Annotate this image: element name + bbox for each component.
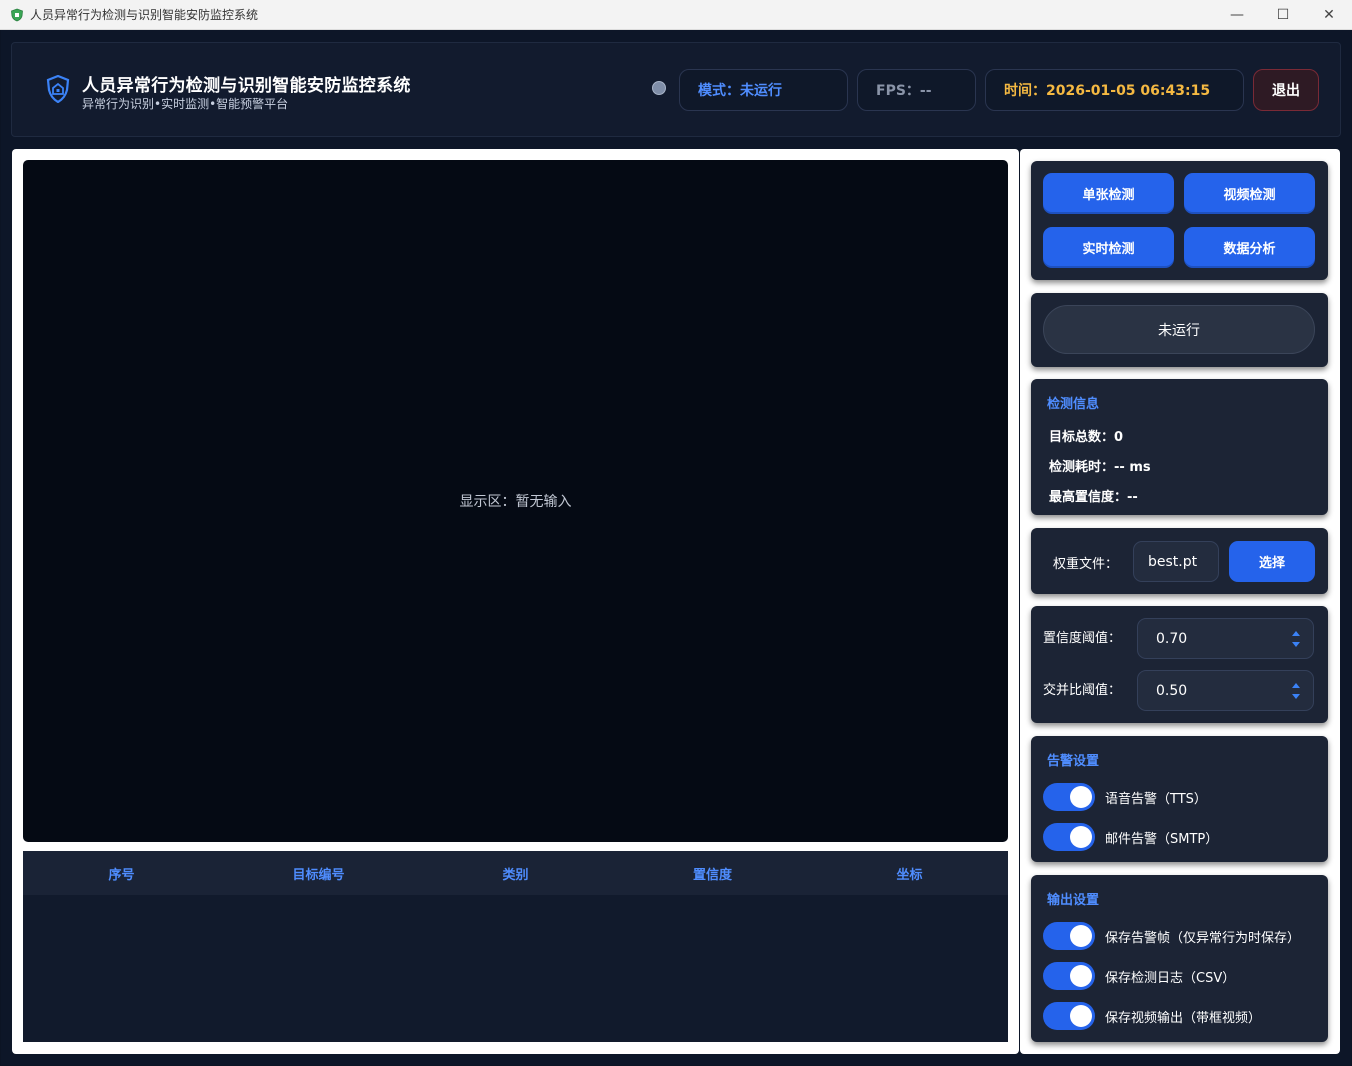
output-settings-card: 输出设置 保存告警帧（仅异常行为时保存） 保存检测日志（CSV） 保存视频输出（…	[1031, 875, 1328, 1042]
run-toggle-button[interactable]: 未运行	[1043, 305, 1315, 354]
realtime-detect-button[interactable]: 实时检测	[1043, 227, 1174, 268]
tts-alarm-row: 语音告警（TTS）	[1043, 783, 1207, 811]
confidence-threshold-label: 置信度阈值：	[1043, 631, 1122, 646]
data-analysis-button[interactable]: 数据分析	[1184, 227, 1315, 268]
column-header-target-id[interactable]: 目标编号	[220, 864, 417, 883]
confidence-threshold-spinbox[interactable]: 0.70	[1137, 618, 1314, 659]
mail-alarm-label: 邮件告警（SMTP）	[1105, 831, 1219, 847]
save-video-row: 保存视频输出（带框视频）	[1043, 1002, 1261, 1030]
column-header-class[interactable]: 类别	[417, 864, 614, 883]
save-frames-toggle[interactable]	[1043, 922, 1095, 950]
window-title: 人员异常行为检测与识别智能安防监控系统	[30, 8, 259, 22]
toggle-knob	[1070, 1005, 1092, 1027]
detection-info-card: 检测信息 目标总数：0 检测耗时：-- ms 最高置信度：--	[1031, 379, 1328, 515]
thresholds-card: 置信度阈值： 0.70 交并比阈值： 0.50	[1031, 606, 1328, 723]
weights-card: 权重文件： best.pt 选择	[1031, 528, 1328, 594]
weights-label: 权重文件：	[1053, 557, 1119, 572]
column-header-confidence[interactable]: 置信度	[614, 864, 811, 883]
mode-status: 模式：未运行	[679, 69, 848, 111]
exit-button[interactable]: 退出	[1253, 69, 1319, 111]
app-header: 人员异常行为检测与识别智能安防监控系统 异常行为识别•实时监测•智能预警平台 模…	[11, 42, 1341, 137]
output-settings-title: 输出设置	[1047, 893, 1100, 908]
shield-house-icon	[46, 75, 70, 103]
iou-threshold-value: 0.50	[1156, 682, 1188, 699]
save-frames-label: 保存告警帧（仅异常行为时保存）	[1105, 930, 1301, 946]
iou-threshold-label: 交并比阈值：	[1043, 683, 1122, 698]
fps-status: FPS：--	[857, 69, 976, 111]
toggle-knob	[1070, 965, 1092, 987]
maximize-button[interactable]: ☐	[1260, 0, 1306, 30]
detect-time: 检测耗时：-- ms	[1049, 460, 1151, 475]
save-video-label: 保存视频输出（带框视频）	[1105, 1010, 1262, 1026]
confidence-threshold-value: 0.70	[1156, 630, 1188, 647]
app-title: 人员异常行为检测与识别智能安防监控系统	[82, 76, 411, 96]
single-detect-button[interactable]: 单张检测	[1043, 173, 1174, 214]
mail-alarm-row: 邮件告警（SMTP）	[1043, 823, 1218, 851]
tts-alarm-toggle[interactable]	[1043, 783, 1095, 811]
target-total: 目标总数：0	[1049, 430, 1124, 445]
video-detect-button[interactable]: 视频检测	[1184, 173, 1315, 214]
status-indicator	[652, 81, 666, 95]
detection-info-title: 检测信息	[1047, 397, 1100, 412]
table-header: 序号 目标编号 类别 置信度 坐标	[23, 851, 1008, 895]
column-header-coordinates[interactable]: 坐标	[811, 864, 1008, 883]
iou-threshold-spinbox[interactable]: 0.50	[1137, 670, 1314, 711]
window-titlebar: 人员异常行为检测与识别智能安防监控系统 — ☐ ✕	[0, 0, 1352, 30]
save-log-toggle[interactable]	[1043, 962, 1095, 990]
minimize-button[interactable]: —	[1214, 0, 1260, 30]
save-frames-row: 保存告警帧（仅异常行为时保存）	[1043, 922, 1300, 950]
window-controls: — ☐ ✕	[1214, 0, 1352, 30]
display-placeholder: 显示区：暂无输入	[459, 494, 572, 510]
spin-arrows-icon[interactable]	[1291, 681, 1301, 701]
app-subtitle: 异常行为识别•实时监测•智能预警平台	[82, 97, 289, 111]
tts-alarm-label: 语音告警（TTS）	[1105, 791, 1207, 807]
alarm-settings-title: 告警设置	[1047, 754, 1100, 769]
control-panel: 单张检测 视频检测 实时检测 数据分析 未运行 检测信息 目标总数：0 检测耗时…	[1020, 149, 1340, 1054]
max-confidence: 最高置信度：--	[1049, 490, 1138, 505]
toggle-knob	[1070, 786, 1092, 808]
time-status: 时间：2026-01-05 06:43:15	[985, 69, 1244, 111]
toggle-knob	[1070, 925, 1092, 947]
weights-file-field[interactable]: best.pt	[1133, 541, 1219, 582]
save-video-toggle[interactable]	[1043, 1002, 1095, 1030]
save-log-label: 保存检测日志（CSV）	[1105, 970, 1236, 986]
save-log-row: 保存检测日志（CSV）	[1043, 962, 1235, 990]
alarm-settings-card: 告警设置 语音告警（TTS） 邮件告警（SMTP）	[1031, 736, 1328, 862]
results-table: 序号 目标编号 类别 置信度 坐标	[23, 851, 1008, 1042]
select-weights-button[interactable]: 选择	[1229, 541, 1315, 582]
display-area: 显示区：暂无输入	[23, 160, 1008, 842]
spin-arrows-icon[interactable]	[1291, 629, 1301, 649]
shield-icon	[11, 8, 23, 21]
toggle-knob	[1070, 826, 1092, 848]
main-panel: 显示区：暂无输入 序号 目标编号 类别 置信度 坐标	[12, 149, 1019, 1054]
close-button[interactable]: ✕	[1306, 0, 1352, 30]
run-status-card: 未运行	[1031, 293, 1328, 367]
mode-card: 单张检测 视频检测 实时检测 数据分析	[1031, 161, 1328, 280]
column-header-index[interactable]: 序号	[23, 864, 220, 883]
mail-alarm-toggle[interactable]	[1043, 823, 1095, 851]
